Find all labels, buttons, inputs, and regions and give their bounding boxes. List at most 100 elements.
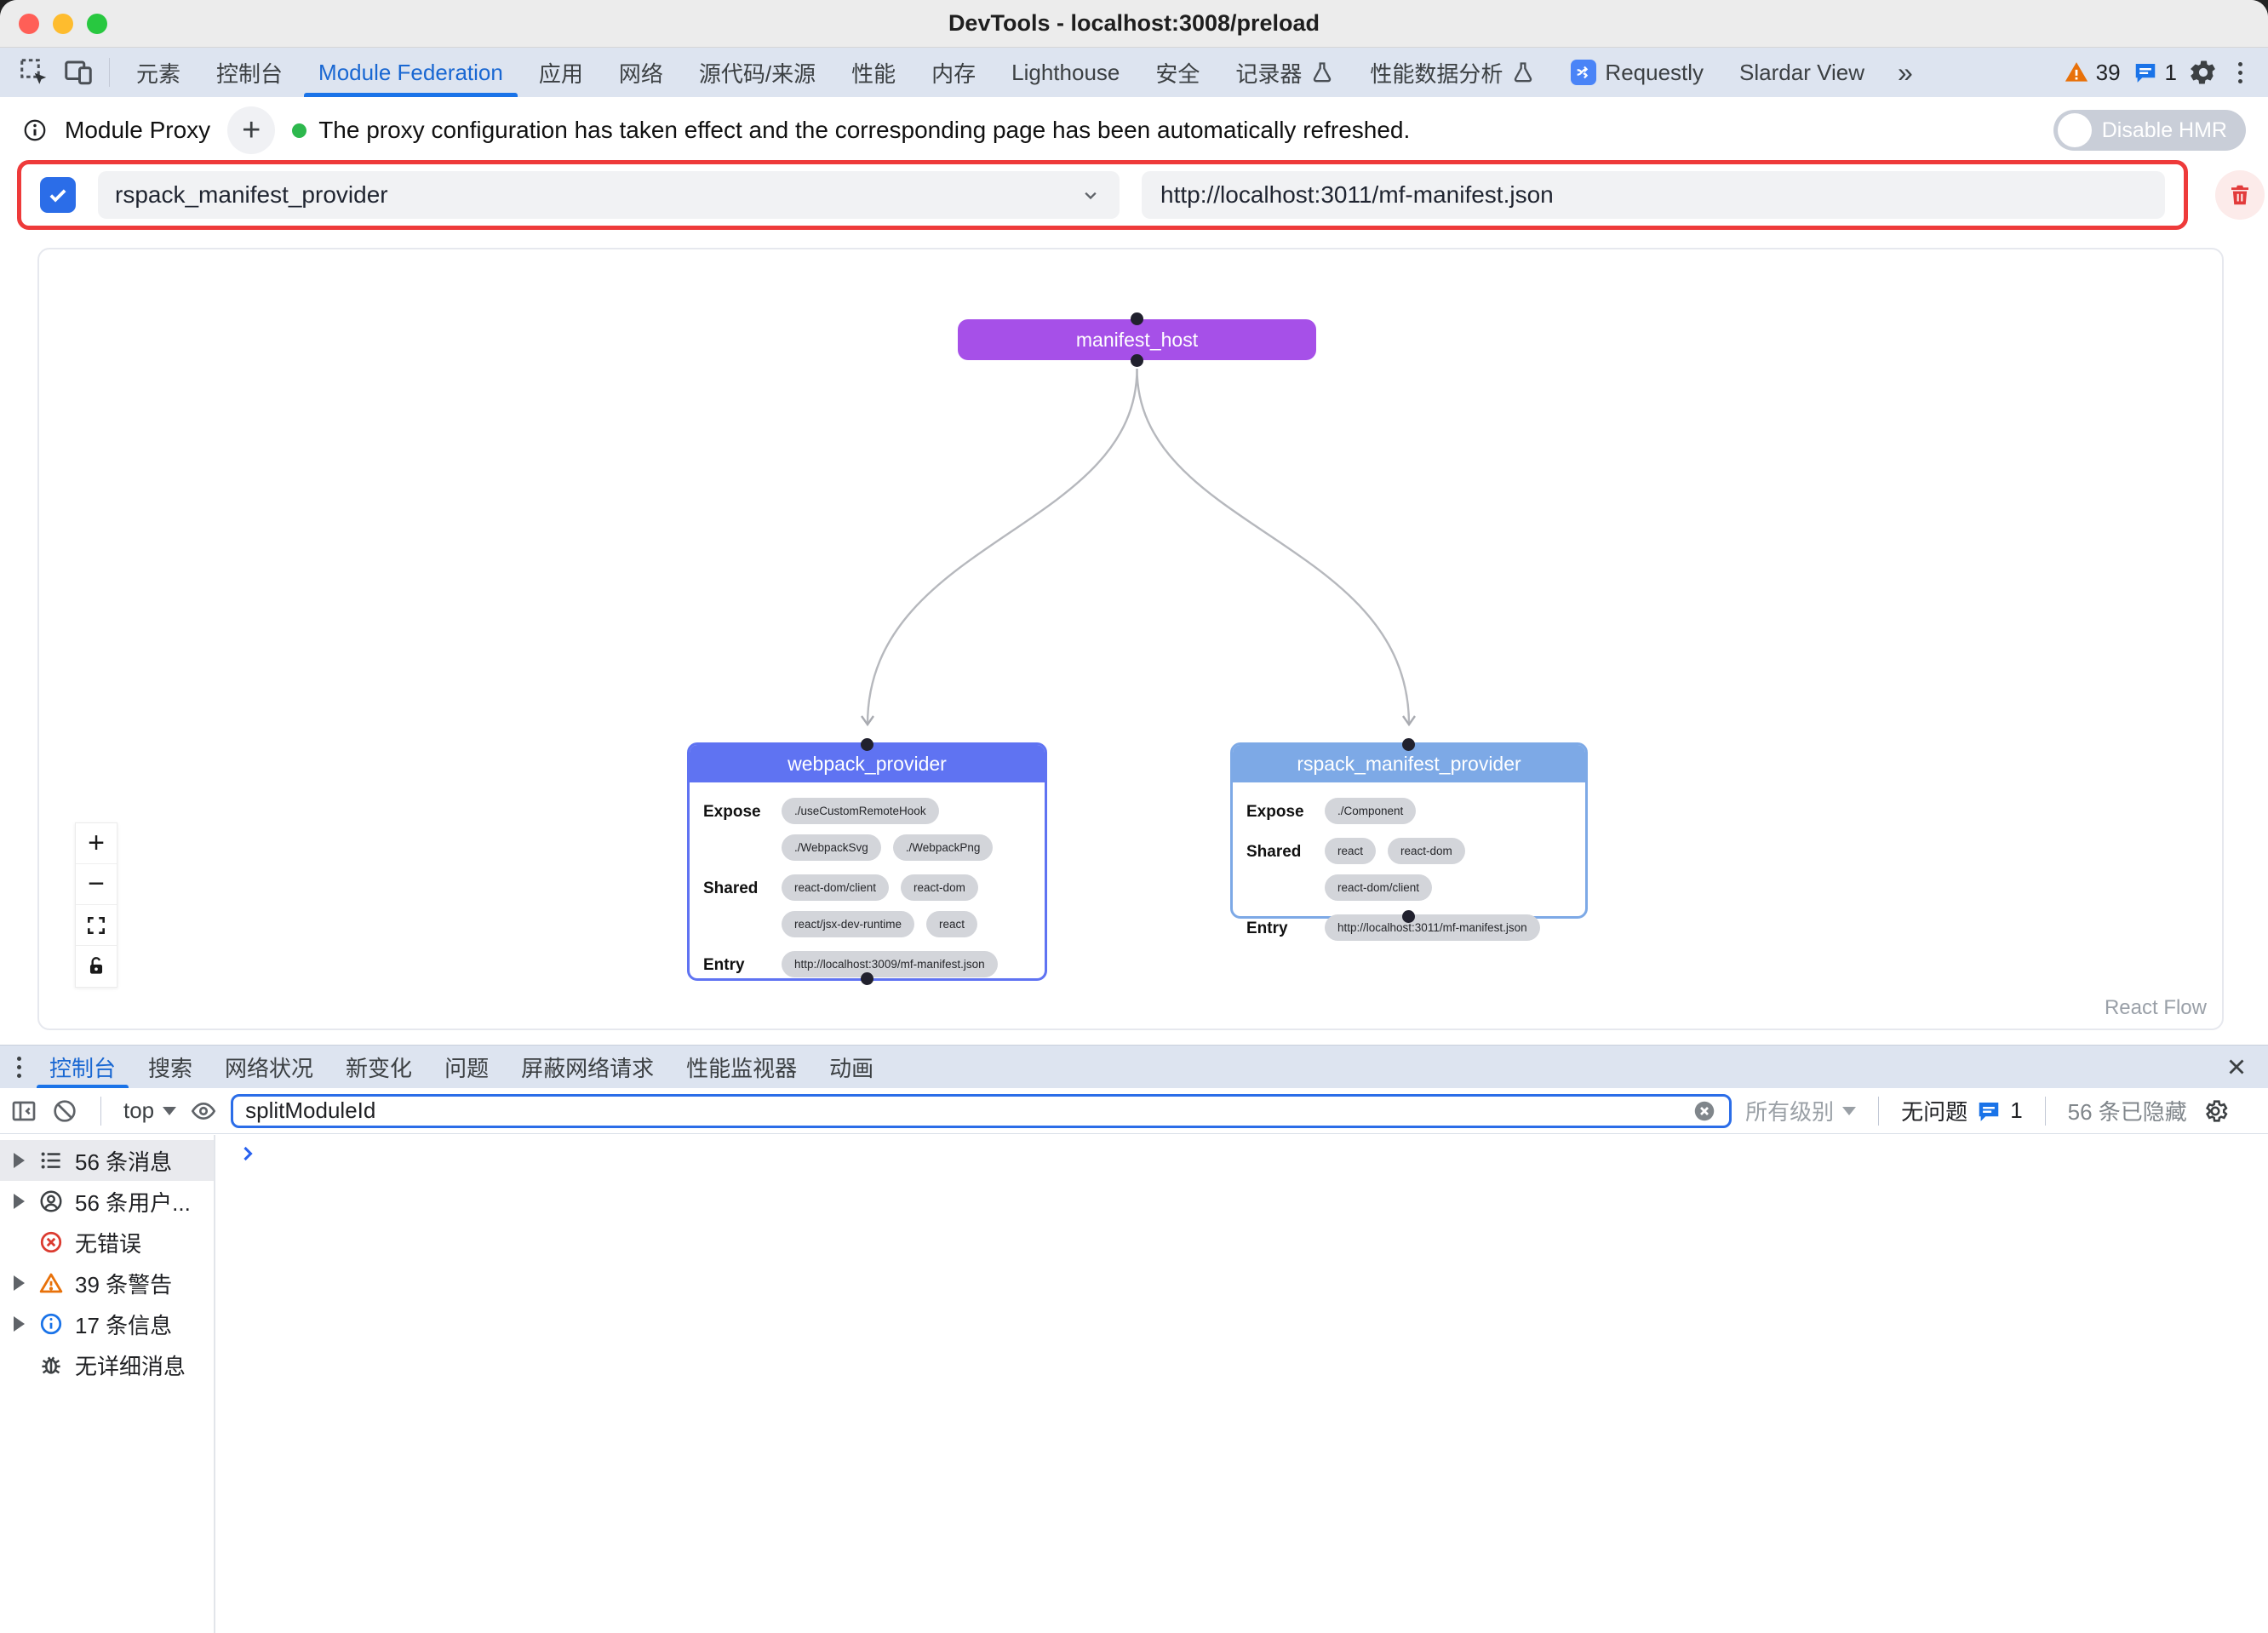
expose-tag: ./Component bbox=[1325, 798, 1416, 824]
toggle-label: Disable HMR bbox=[2102, 118, 2227, 143]
tab-sources[interactable]: 源代码/来源 bbox=[681, 48, 833, 97]
divider bbox=[2045, 1097, 2046, 1126]
issues-counter[interactable]: 无问题 1 bbox=[1901, 1095, 2022, 1126]
node-rspack-manifest-provider[interactable]: rspack_manifest_provider Expose ./Compon… bbox=[1230, 742, 1588, 919]
manifest-url-input[interactable] bbox=[1142, 171, 2165, 219]
proxy-status: The proxy configuration has taken effect… bbox=[292, 117, 1410, 144]
chevron-down-icon bbox=[1079, 183, 1102, 207]
console-tab-performance-monitor[interactable]: 性能监视器 bbox=[670, 1046, 813, 1088]
console-tab-network-blocking[interactable]: 屏蔽网络请求 bbox=[505, 1046, 670, 1088]
proxy-status-text: The proxy configuration has taken effect… bbox=[318, 117, 1410, 144]
shared-tag: react-dom/client bbox=[1325, 874, 1432, 901]
shared-row: Shared react react-dom react-dom/client bbox=[1246, 838, 1572, 901]
disable-hmr-toggle[interactable]: Disable HMR bbox=[2053, 110, 2246, 151]
rule-enabled-checkbox[interactable] bbox=[40, 177, 76, 213]
tab-requestly[interactable]: Requestly bbox=[1553, 48, 1721, 97]
sidebar-item-errors[interactable]: 无错误 bbox=[0, 1222, 214, 1263]
expose-tag: ./WebpackPng bbox=[893, 834, 994, 861]
zoom-out-button[interactable]: − bbox=[76, 864, 117, 905]
inspect-element-icon[interactable] bbox=[15, 54, 53, 91]
issues-badge[interactable]: 1 bbox=[2133, 60, 2177, 86]
node-handle bbox=[1402, 738, 1415, 751]
tab-performance-insights[interactable]: 性能数据分析 bbox=[1352, 48, 1553, 97]
react-flow-attribution[interactable]: React Flow bbox=[2105, 996, 2207, 1020]
add-proxy-rule-button[interactable]: + bbox=[227, 106, 275, 154]
console-prompt-chevron-icon bbox=[236, 1142, 260, 1166]
tab-module-federation[interactable]: Module Federation bbox=[301, 48, 521, 97]
context-selector[interactable]: top bbox=[123, 1097, 176, 1124]
tab-application[interactable]: 应用 bbox=[521, 48, 601, 97]
message-icon bbox=[2133, 60, 2158, 85]
shared-row: Shared react-dom/client react-dom react/… bbox=[703, 874, 1031, 937]
toggle-knob bbox=[2058, 113, 2092, 147]
caret-right-icon[interactable] bbox=[10, 1153, 27, 1168]
provider-select[interactable]: rspack_manifest_provider bbox=[98, 171, 1120, 219]
live-expression-eye-icon[interactable] bbox=[190, 1097, 217, 1125]
window-title: DevTools - localhost:3008/preload bbox=[0, 10, 2268, 37]
device-toolbar-icon[interactable] bbox=[60, 54, 97, 91]
tab-memory[interactable]: 内存 bbox=[914, 48, 994, 97]
divider bbox=[1878, 1097, 1879, 1126]
caret-down-icon bbox=[163, 1107, 176, 1115]
sidebar-item-info[interactable]: 17 条信息 bbox=[0, 1304, 214, 1344]
tab-network[interactable]: 网络 bbox=[601, 48, 681, 97]
console-filter-input[interactable] bbox=[245, 1097, 1683, 1124]
settings-gear-icon[interactable] bbox=[2189, 58, 2218, 87]
console-drawer-tabbar: 控制台 搜索 网络状况 新变化 问题 屏蔽网络请求 性能监视器 动画 bbox=[0, 1045, 2268, 1088]
zoom-in-button[interactable]: + bbox=[76, 823, 117, 864]
tab-console[interactable]: 控制台 bbox=[198, 48, 301, 97]
node-handle bbox=[861, 738, 873, 751]
node-handle bbox=[861, 972, 873, 985]
tab-recorder[interactable]: 记录器 bbox=[1217, 48, 1352, 97]
info-icon bbox=[37, 1311, 65, 1337]
caret-right-icon[interactable] bbox=[10, 1275, 27, 1291]
shared-tag: react/jsx-dev-runtime bbox=[782, 911, 914, 937]
shared-tag: react-dom bbox=[901, 874, 978, 901]
sidebar-item-verbose[interactable]: 无详细消息 bbox=[0, 1344, 214, 1385]
sidebar-item-messages[interactable]: 56 条消息 bbox=[0, 1140, 214, 1181]
shared-tag: react bbox=[926, 911, 977, 937]
tab-security[interactable]: 安全 bbox=[1137, 48, 1217, 97]
sidebar-item-user-messages[interactable]: 56 条用户... bbox=[0, 1181, 214, 1222]
close-drawer-icon[interactable] bbox=[2210, 1054, 2263, 1080]
tab-lighthouse[interactable]: Lighthouse bbox=[994, 48, 1137, 97]
tab-slardar-view[interactable]: Slardar View bbox=[1721, 48, 1882, 97]
more-tabs-button[interactable]: » bbox=[1882, 57, 1928, 89]
expose-row: Expose ./useCustomRemoteHook ./WebpackSv… bbox=[703, 798, 1031, 861]
console-tab-changes[interactable]: 新变化 bbox=[329, 1046, 428, 1088]
fit-view-button[interactable] bbox=[76, 905, 117, 946]
lock-button[interactable] bbox=[76, 946, 117, 987]
bug-icon bbox=[37, 1352, 65, 1378]
console-tab-animations[interactable]: 动画 bbox=[813, 1046, 890, 1088]
console-tab-search[interactable]: 搜索 bbox=[132, 1046, 209, 1088]
log-levels-dropdown[interactable]: 所有级别 bbox=[1745, 1095, 1856, 1126]
clear-filter-icon[interactable] bbox=[1692, 1098, 1717, 1124]
console-body: 56 条消息 56 条用户... 无错误 bbox=[0, 1135, 2268, 1633]
kebab-menu-icon[interactable] bbox=[2230, 62, 2251, 83]
tab-elements[interactable]: 元素 bbox=[118, 48, 198, 97]
console-tab-network-conditions[interactable]: 网络状况 bbox=[209, 1046, 329, 1088]
caret-right-icon[interactable] bbox=[10, 1316, 27, 1332]
warnings-badge[interactable]: 39 bbox=[2064, 60, 2121, 86]
devtools-window: DevTools - localhost:3008/preload 元素 控制台… bbox=[0, 0, 2268, 1633]
message-icon bbox=[1976, 1098, 2002, 1124]
clear-console-icon[interactable] bbox=[51, 1097, 78, 1125]
console-tab-issues[interactable]: 问题 bbox=[428, 1046, 505, 1088]
module-graph-canvas[interactable]: manifest_host webpack_provider Expose ./… bbox=[37, 248, 2224, 1030]
titlebar: DevTools - localhost:3008/preload bbox=[0, 0, 2268, 48]
console-settings-gear-icon[interactable] bbox=[2201, 1097, 2230, 1126]
drawer-menu-icon[interactable] bbox=[5, 1057, 33, 1078]
tab-performance[interactable]: 性能 bbox=[833, 48, 914, 97]
delete-rule-button[interactable] bbox=[2215, 170, 2265, 220]
warning-icon bbox=[2064, 60, 2089, 85]
sidebar-item-warnings[interactable]: 39 条警告 bbox=[0, 1263, 214, 1304]
console-messages-pane[interactable] bbox=[215, 1135, 2268, 1633]
console-tab-console[interactable]: 控制台 bbox=[33, 1046, 132, 1088]
node-manifest-host[interactable]: manifest_host bbox=[958, 319, 1316, 360]
caret-right-icon[interactable] bbox=[10, 1194, 27, 1209]
console-sidebar-toggle-icon[interactable] bbox=[10, 1097, 37, 1125]
entry-tag: http://localhost:3009/mf-manifest.json bbox=[782, 951, 998, 977]
node-title: manifest_host bbox=[1076, 329, 1198, 352]
entry-tag: http://localhost:3011/mf-manifest.json bbox=[1325, 914, 1540, 941]
node-webpack-provider[interactable]: webpack_provider Expose ./useCustomRemot… bbox=[687, 742, 1047, 981]
